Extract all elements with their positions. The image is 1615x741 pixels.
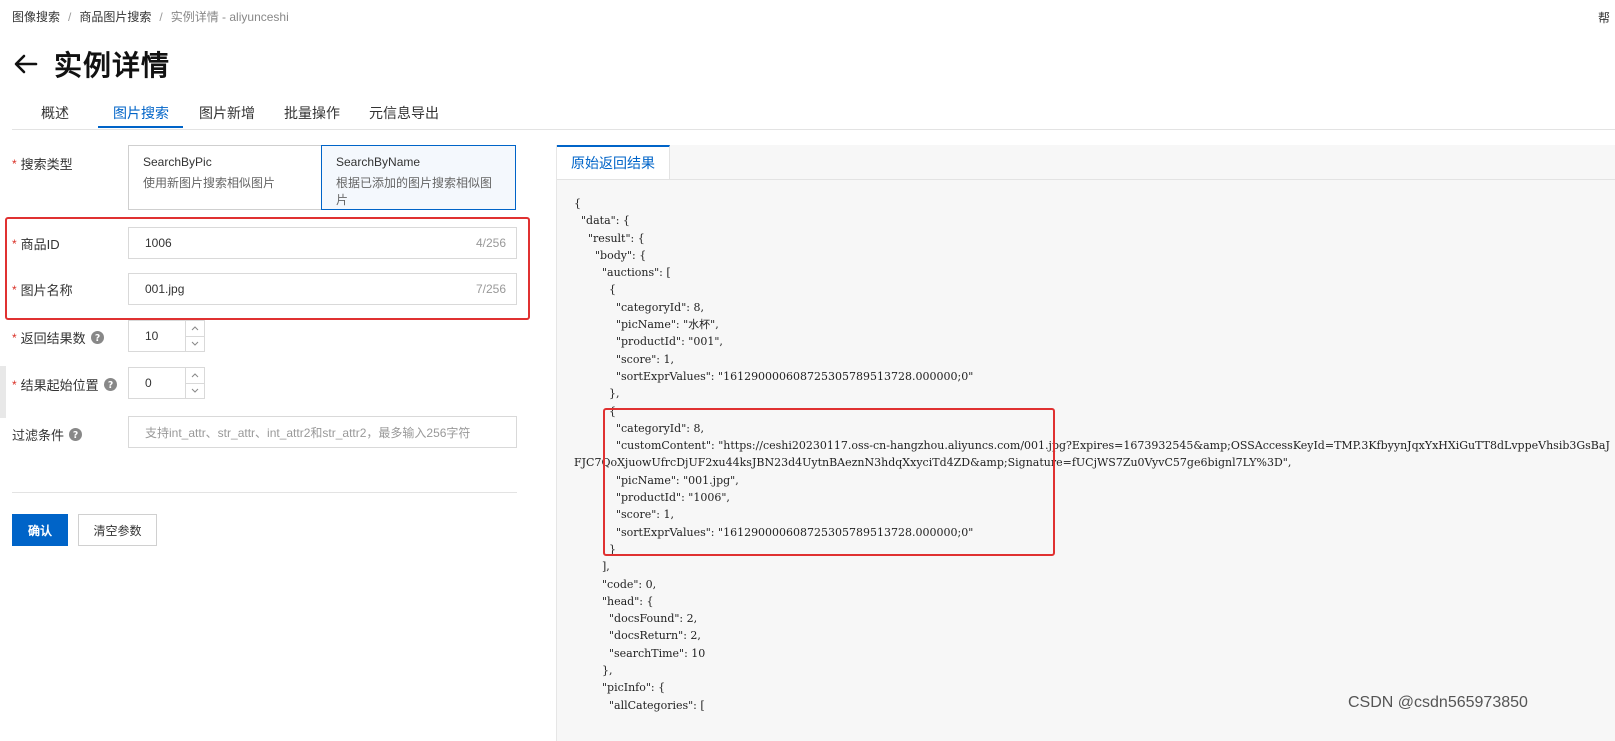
filter-placeholder: 支持int_attr、str_attr、int_attr2和str_attr2，…: [145, 425, 471, 440]
help-link-partial[interactable]: 帮: [1598, 9, 1610, 26]
product-id-label: * 商品ID: [12, 236, 60, 253]
json-line: "auctions": [: [574, 266, 671, 280]
json-line: },: [574, 664, 613, 678]
start-position-stepper[interactable]: 0: [128, 367, 205, 399]
json-line: "code": 0,: [574, 577, 657, 591]
tab-image-search[interactable]: 图片搜索: [113, 103, 169, 123]
breadcrumb-item-image-search[interactable]: 图像搜索: [12, 10, 60, 24]
page-title: 实例详情: [54, 50, 171, 81]
chevron-up-icon[interactable]: [186, 321, 204, 336]
option-description: 根据已添加的图片搜索相似图片: [336, 176, 493, 207]
json-line: "productId": "001",: [574, 335, 723, 349]
confirm-button[interactable]: 确认: [12, 514, 68, 546]
result-panel: 原始返回结果 { "data": { "result": { "body": {…: [556, 145, 1615, 741]
question-circle-icon[interactable]: ?: [103, 378, 117, 391]
option-title: SearchByPic: [143, 155, 212, 169]
json-line: "picName": "水杯",: [574, 318, 719, 332]
json-line: "categoryId": 8,: [574, 421, 704, 435]
search-type-option-by-name[interactable]: SearchByName 根据已添加的图片搜索相似图片: [321, 145, 516, 210]
chevron-down-icon[interactable]: [186, 335, 204, 352]
svg-text:?: ?: [95, 333, 100, 344]
search-type-option-by-pic[interactable]: SearchByPic 使用新图片搜索相似图片: [128, 145, 322, 210]
arrow-left-icon[interactable]: [12, 50, 40, 78]
json-line: },: [574, 387, 620, 401]
collapse-handle[interactable]: [0, 366, 6, 418]
option-title: SearchByName: [336, 155, 421, 169]
breadcrumb-separator: /: [68, 10, 72, 24]
json-line: FJC7QoXjuowUfrcDjUF2xu44ksJBN23d4UytnBAe…: [574, 456, 1292, 470]
json-line: "docsReturn": 2,: [574, 629, 701, 643]
json-line: ],: [574, 560, 610, 574]
start-position-value: 0: [145, 376, 152, 390]
required-mark: *: [12, 377, 17, 392]
json-line: "searchTime": 10: [574, 646, 706, 660]
result-count-label: * 返回结果数 ?: [12, 328, 104, 347]
result-count-value: 10: [145, 329, 159, 343]
result-tab-bar: 原始返回结果: [557, 145, 1615, 180]
question-circle-icon[interactable]: ?: [90, 331, 104, 344]
required-mark: *: [12, 156, 17, 171]
json-line: "score": 1,: [574, 352, 674, 366]
product-id-value: 1006: [145, 236, 172, 250]
question-circle-icon[interactable]: ?: [69, 428, 83, 441]
breadcrumb-item-current: 实例详情 - aliyunceshi: [170, 10, 289, 24]
json-line: "sortExprValues": "161290000608725305789…: [574, 525, 974, 539]
required-mark: *: [12, 282, 17, 297]
json-line: "categoryId": 8,: [574, 300, 704, 314]
required-mark: *: [12, 330, 17, 345]
json-line: "score": 1,: [574, 508, 674, 522]
chevron-up-icon[interactable]: [186, 368, 204, 383]
breadcrumb: 图像搜索 / 商品图片搜索 / 实例详情 - aliyunceshi: [12, 8, 289, 25]
tab-batch-operation[interactable]: 批量操作: [284, 103, 340, 123]
product-id-input[interactable]: 1006 4/256: [128, 227, 517, 259]
json-line: "customContent": "https://ceshi20230117.…: [574, 439, 1610, 453]
pic-name-label: * 图片名称: [12, 282, 73, 299]
char-counter: 4/256: [475, 236, 506, 250]
search-type-label: * 搜索类型: [12, 156, 73, 173]
char-counter: 7/256: [475, 282, 506, 296]
json-line: "data": {: [574, 214, 630, 228]
filter-label: 过滤条件 ?: [12, 425, 83, 444]
clear-params-button[interactable]: 清空参数: [78, 514, 157, 546]
json-line: "result": {: [574, 231, 645, 245]
chevron-down-icon[interactable]: [186, 382, 204, 399]
json-line: "head": {: [574, 594, 654, 608]
json-line: "docsFound": 2,: [574, 612, 698, 626]
svg-text:?: ?: [73, 430, 78, 441]
json-line: "sortExprValues": "161290000608725305789…: [574, 369, 974, 383]
tab-image-add[interactable]: 图片新增: [199, 103, 255, 123]
tab-bar: 概述 图片搜索 图片新增 批量操作 元信息导出: [12, 97, 1615, 130]
tab-raw-result[interactable]: 原始返回结果: [557, 145, 670, 179]
breadcrumb-item-product-image-search[interactable]: 商品图片搜索: [79, 10, 151, 24]
result-count-stepper[interactable]: 10: [128, 320, 205, 352]
json-line: "productId": "1006",: [574, 491, 730, 505]
required-mark: *: [12, 236, 17, 251]
option-description: 使用新图片搜索相似图片: [143, 176, 276, 190]
page-header: 实例详情: [12, 44, 170, 84]
json-line: {: [574, 283, 616, 297]
json-line: "picName": "001.jpg",: [574, 473, 739, 487]
json-result-view: { "data": { "result": { "body": { "aucti…: [574, 195, 1610, 714]
svg-text:?: ?: [108, 380, 113, 391]
breadcrumb-separator: /: [159, 10, 163, 24]
watermark: CSDN @csdn565973850: [1348, 694, 1528, 711]
json-line: {: [574, 197, 581, 210]
active-tab-indicator: [98, 126, 183, 128]
form-divider: [12, 492, 517, 493]
pic-name-input[interactable]: 001.jpg 7/256: [128, 273, 517, 305]
json-line: {: [574, 404, 616, 418]
start-position-label: * 结果起始位置 ?: [12, 375, 117, 394]
json-line: }: [574, 542, 616, 556]
tab-overview[interactable]: 概述: [41, 103, 69, 123]
tab-meta-export[interactable]: 元信息导出: [369, 103, 439, 123]
pic-name-value: 001.jpg: [145, 282, 185, 296]
filter-input[interactable]: 支持int_attr、str_attr、int_attr2和str_attr2，…: [128, 416, 517, 448]
json-line: "body": {: [574, 248, 647, 262]
